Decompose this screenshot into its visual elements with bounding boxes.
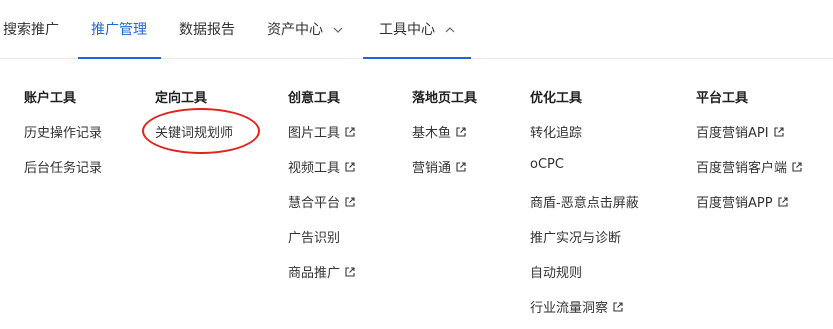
column-title: 账户工具: [24, 91, 77, 106]
menu-item-label: 关键词规划师: [155, 126, 234, 141]
external-link-icon: [774, 126, 784, 137]
column-title: 平台工具: [696, 91, 749, 106]
tab-label: 工具中心: [379, 22, 435, 38]
external-link-icon: [345, 266, 355, 277]
tool-center-dropdown: 账户工具 历史操作记录 后台任务记录 定向工具 关键词规划师 创意工具 图片工具…: [0, 59, 833, 329]
menu-item-label: 历史操作记录: [24, 126, 103, 141]
menu-item-keyword-planner[interactable]: 关键词规划师: [155, 122, 233, 141]
menu-item-label: 百度营销客户端: [696, 161, 788, 176]
external-link-icon: [613, 301, 623, 312]
menu-item-label: 推广实况与诊断: [530, 231, 622, 246]
chevron-down-icon: [333, 23, 343, 36]
menu-item-label: 商盾-恶意点击屏蔽: [530, 196, 639, 211]
menu-item-industry-traffic-insight[interactable]: 行业流量洞察: [530, 297, 623, 316]
external-link-icon: [345, 196, 355, 207]
column-title: 优化工具: [530, 91, 583, 106]
menu-item-label: 基木鱼: [412, 126, 452, 141]
menu-item-ad-recognition[interactable]: 广告识别: [288, 227, 340, 246]
menu-item-baidu-marketing-client[interactable]: 百度营销客户端: [696, 157, 802, 176]
tab-data-reports[interactable]: 数据报告: [179, 0, 235, 58]
menu-item-label: 慧合平台: [288, 196, 341, 211]
menu-item-label: 自动规则: [530, 266, 583, 281]
menu-item-label: 广告识别: [288, 231, 341, 246]
external-link-icon: [792, 161, 802, 172]
menu-item-ocpc[interactable]: oCPC: [530, 157, 564, 172]
tab-label: 搜索推广: [3, 22, 59, 38]
menu-item-live-diagnosis[interactable]: 推广实况与诊断: [530, 227, 621, 246]
menu-item-label: 后台任务记录: [24, 161, 103, 176]
menu-item-huihe-platform[interactable]: 慧合平台: [288, 192, 355, 211]
menu-item-label: 图片工具: [288, 126, 341, 141]
page: 搜索推广 推广管理 数据报告 资产中心 工具中心 账户工具 历史操作记录 后台任…: [0, 0, 833, 329]
menu-item-baidu-marketing-api[interactable]: 百度营销API: [696, 122, 784, 141]
external-link-icon: [345, 126, 355, 137]
tab-label: 资产中心: [267, 22, 323, 38]
menu-item-label: 行业流量洞察: [530, 301, 609, 316]
menu-item-label: 视频工具: [288, 161, 341, 176]
tab-label: 数据报告: [179, 22, 235, 38]
menu-item-auto-rules[interactable]: 自动规则: [530, 262, 582, 281]
menu-item-label: 营销通: [412, 161, 452, 176]
menu-item-baidu-marketing-app[interactable]: 百度营销APP: [696, 192, 788, 211]
column-title: 落地页工具: [412, 91, 478, 106]
tab-tool-center[interactable]: 工具中心: [363, 0, 471, 59]
external-link-icon: [456, 126, 466, 137]
tab-asset-center[interactable]: 资产中心: [267, 0, 343, 58]
menu-item-product-promotion[interactable]: 商品推广: [288, 262, 355, 281]
tab-search-promotion[interactable]: 搜索推广: [3, 0, 59, 58]
menu-item-history-log[interactable]: 历史操作记录: [24, 122, 102, 141]
tab-promotion-management[interactable]: 推广管理: [78, 0, 161, 59]
column-title: 创意工具: [288, 91, 341, 106]
menu-item-yingxiaotong[interactable]: 营销通: [412, 157, 466, 176]
menu-item-label: 转化追踪: [530, 126, 583, 141]
external-link-icon: [456, 161, 466, 172]
menu-item-background-tasks[interactable]: 后台任务记录: [24, 157, 102, 176]
menu-item-conversion-tracking[interactable]: 转化追踪: [530, 122, 582, 141]
menu-item-image-tool[interactable]: 图片工具: [288, 122, 355, 141]
menu-item-click-fraud-shield[interactable]: 商盾-恶意点击屏蔽: [530, 192, 639, 211]
external-link-icon: [778, 196, 788, 207]
menu-item-video-tool[interactable]: 视频工具: [288, 157, 355, 176]
menu-item-label: oCPC: [530, 157, 564, 172]
menu-item-label: 百度营销API: [696, 126, 769, 141]
external-link-icon: [345, 161, 355, 172]
chevron-up-icon: [445, 23, 455, 36]
top-nav: 搜索推广 推广管理 数据报告 资产中心 工具中心: [0, 0, 833, 59]
menu-item-jimuyu[interactable]: 基木鱼: [412, 122, 466, 141]
tab-label: 推广管理: [91, 22, 147, 38]
menu-item-label: 商品推广: [288, 266, 341, 281]
menu-item-label: 百度营销APP: [696, 196, 773, 211]
column-title: 定向工具: [155, 91, 208, 106]
